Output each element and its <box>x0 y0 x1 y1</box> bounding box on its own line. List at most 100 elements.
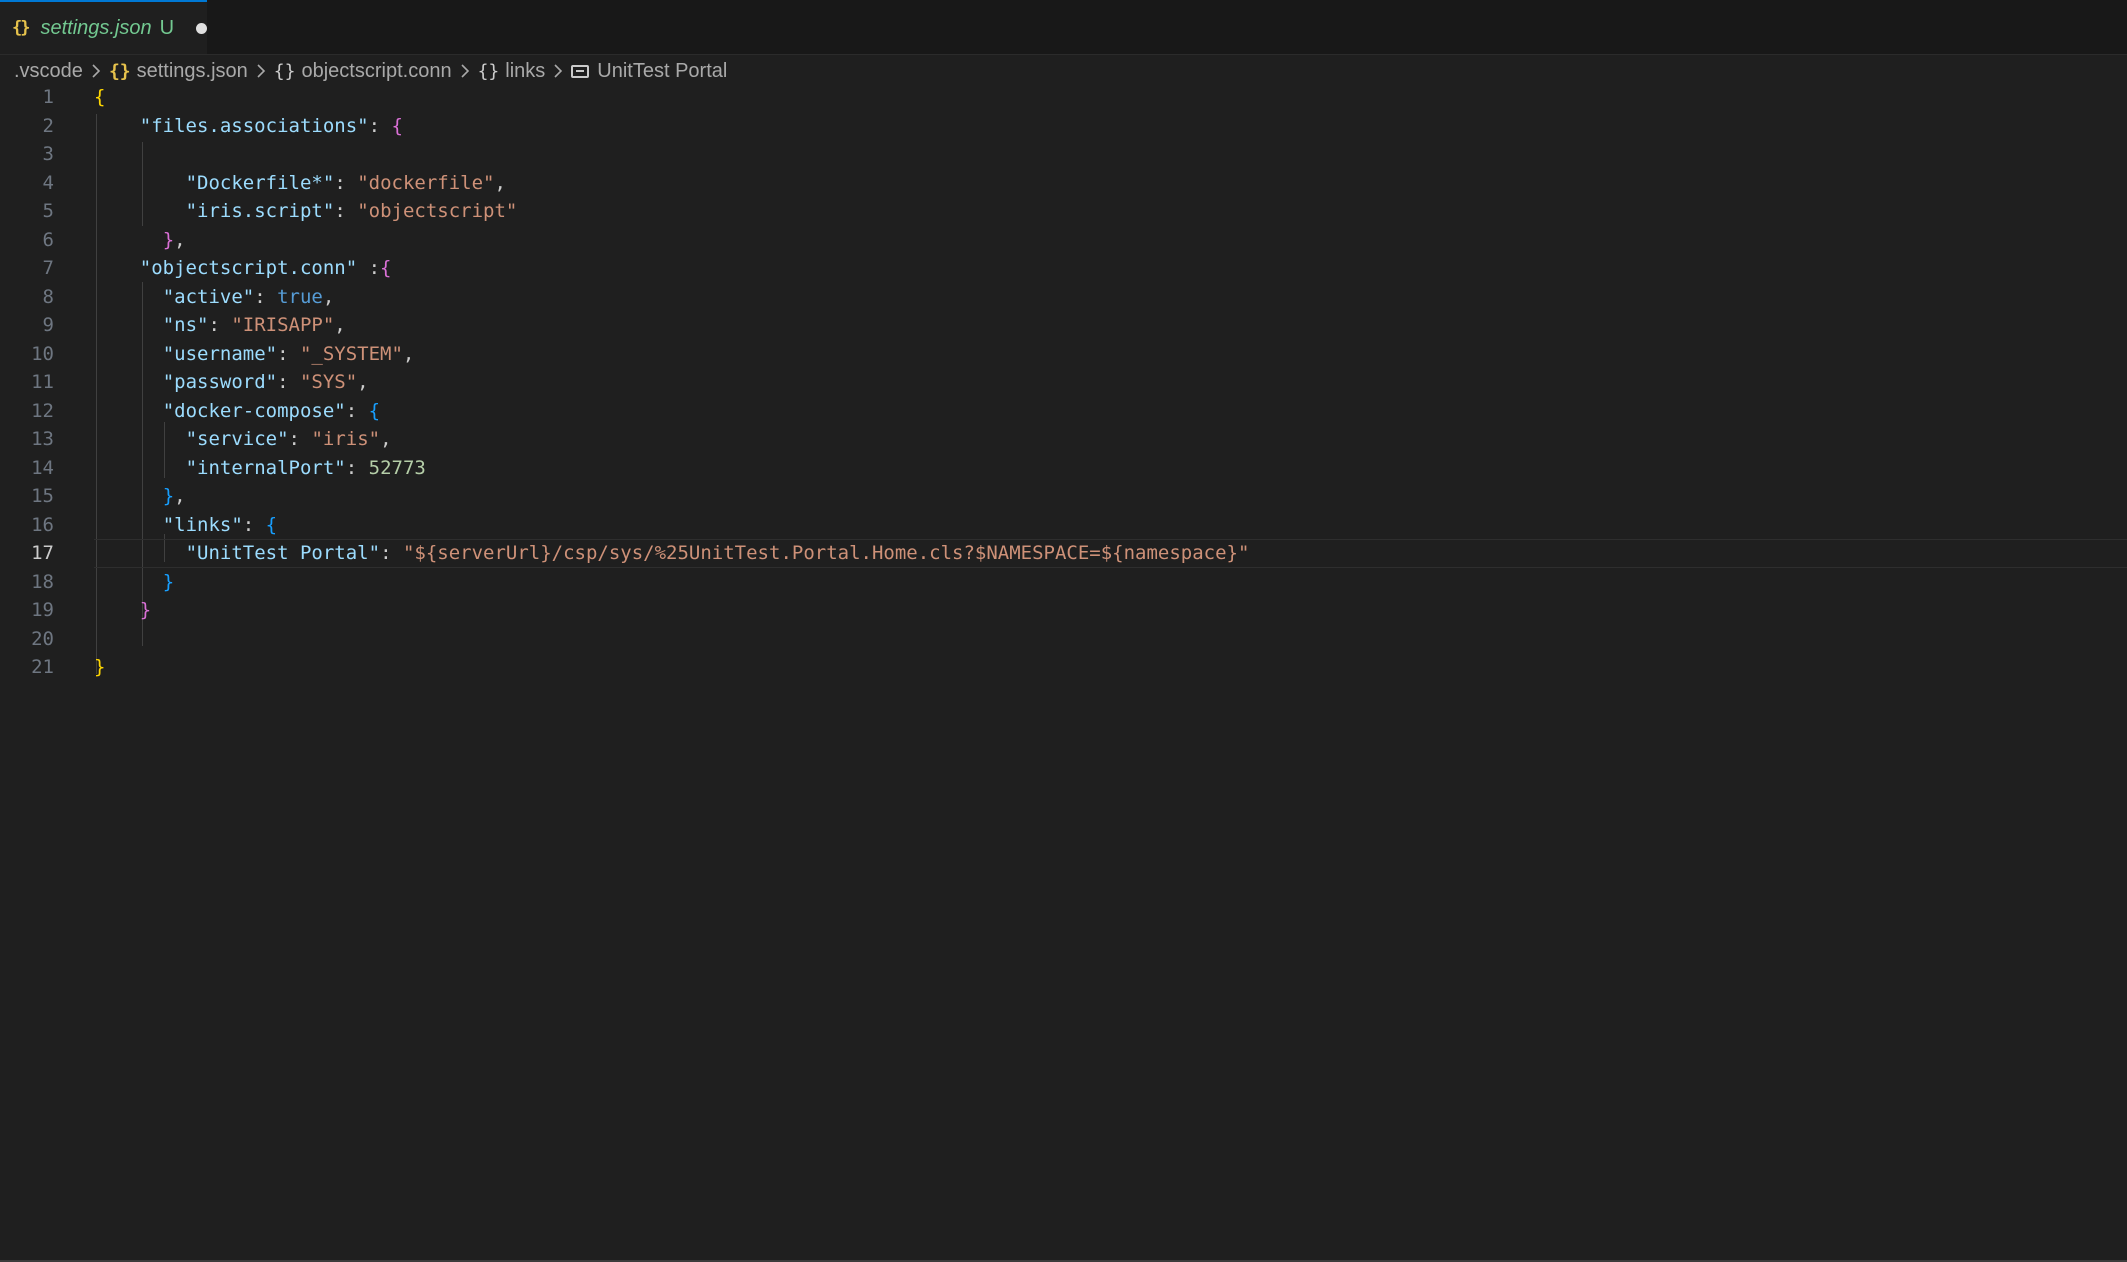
code-text: "iris.script": "objectscript" <box>186 197 518 226</box>
line-number: 13 <box>31 428 54 450</box>
code-text: "links": { <box>163 511 277 540</box>
chevron-right-icon <box>91 63 101 79</box>
code-line[interactable]: 3 <box>0 140 2127 169</box>
code-token: { <box>368 399 381 422</box>
code-text: } <box>163 568 174 597</box>
code-token: "objectscript" <box>357 200 518 222</box>
code-token: "password" <box>162 371 278 393</box>
line-number: 18 <box>31 570 54 593</box>
code-line[interactable]: 11 "password": "SYS", <box>0 368 2127 397</box>
code-line[interactable]: 19} <box>0 596 2127 625</box>
line-number: 5 <box>42 200 54 222</box>
code-line[interactable]: 12 "docker-compose": { <box>0 397 2127 426</box>
code-text: } <box>94 653 105 682</box>
code-token: , <box>334 314 346 336</box>
code-line[interactable]: 10 "username": "_SYSTEM", <box>0 340 2127 369</box>
code-text: }, <box>163 226 186 255</box>
code-token: "links" <box>162 513 243 536</box>
code-text: { <box>94 83 105 112</box>
code-token: "iris" <box>311 428 381 450</box>
code-token: "files.associations" <box>139 114 369 137</box>
code-token: "ns" <box>162 314 209 336</box>
breadcrumb-item-unittest-portal[interactable]: UnitTest Portal <box>571 60 727 83</box>
breadcrumb-item-objectscript-conn[interactable]: {} objectscript.conn <box>274 60 452 83</box>
code-token: "IRISAPP" <box>231 314 335 336</box>
code-token: , <box>322 285 335 308</box>
code-token: "docker-compose" <box>162 399 346 422</box>
code-text: "username": "_SYSTEM", <box>163 340 415 369</box>
line-number: 17 <box>31 542 54 564</box>
json-file-icon: {} <box>12 18 31 38</box>
code-line[interactable]: 21} <box>0 653 2127 682</box>
code-token: } <box>139 599 152 621</box>
code-token: , <box>402 342 415 365</box>
tab-bar: {} settings.json U <box>0 0 2127 55</box>
code-token: "UnitTest Portal" <box>185 542 381 564</box>
code-line[interactable]: 6}, <box>0 226 2127 255</box>
code-text: "ns": "IRISAPP", <box>163 311 346 340</box>
code-line[interactable]: 13 "service": "iris", <box>0 425 2127 454</box>
code-line[interactable]: 7 "objectscript.conn" :{ <box>0 254 2127 283</box>
code-token: 52773 <box>368 456 426 479</box>
code-text: "files.associations": { <box>140 112 403 141</box>
breadcrumb-item-settings-json[interactable]: {} settings.json <box>109 60 248 83</box>
code-text: "password": "SYS", <box>163 368 369 397</box>
code-token: : <box>334 171 358 194</box>
chevron-right-icon <box>256 63 266 79</box>
code-line[interactable]: 16 "links": { <box>0 511 2127 540</box>
line-number: 4 <box>42 171 54 194</box>
code-token: : <box>288 428 312 450</box>
tab-settings-json[interactable]: {} settings.json U <box>0 0 207 54</box>
breadcrumb-item-vscode[interactable]: .vscode <box>14 60 83 83</box>
line-number: 6 <box>42 228 54 251</box>
code-token: "${serverUrl}/csp/sys/%25UnitTest.Portal… <box>402 542 1250 564</box>
code-token: { <box>380 257 392 279</box>
line-number: 8 <box>42 285 54 308</box>
code-token: "dockerfile" <box>357 171 495 194</box>
code-text: "docker-compose": { <box>163 397 380 426</box>
code-token: { <box>265 513 278 536</box>
code-line[interactable]: 15}, <box>0 482 2127 511</box>
code-text: }, <box>163 482 186 511</box>
code-token: "Dockerfile*" <box>185 171 335 194</box>
breadcrumb-item-links[interactable]: {} links <box>478 60 546 83</box>
code-token: } <box>162 228 175 251</box>
code-line[interactable]: 9 "ns": "IRISAPP", <box>0 311 2127 340</box>
line-number: 16 <box>31 513 54 536</box>
code-token: : <box>208 314 232 336</box>
line-number: 7 <box>42 257 54 279</box>
code-line[interactable]: 1{ <box>0 83 2127 112</box>
code-token: : <box>242 513 266 536</box>
line-number: 10 <box>31 342 54 365</box>
code-line[interactable]: 18} <box>0 568 2127 597</box>
code-line[interactable]: 20 <box>0 625 2127 654</box>
code-token: "objectscript.conn" <box>139 257 358 279</box>
code-token: : <box>334 200 358 222</box>
line-number: 9 <box>42 314 54 336</box>
unsaved-dot-icon[interactable] <box>196 22 207 34</box>
code-token: : <box>380 542 403 564</box>
code-token: "active" <box>162 285 255 308</box>
code-line[interactable]: 17 "UnitTest Portal": "${serverUrl}/csp/s… <box>0 539 2127 568</box>
code-token: : <box>254 285 278 308</box>
line-number: 1 <box>42 86 54 108</box>
line-number: 3 <box>42 143 54 165</box>
line-number: 20 <box>31 627 54 650</box>
code-token: } <box>94 656 106 678</box>
code-editor[interactable]: 1{2 "files.associations": {3 4 "Dockerfile*… <box>0 86 2127 1262</box>
code-line[interactable]: 4 "Dockerfile*": "dockerfile", <box>0 169 2127 198</box>
code-line[interactable]: 8 "active": true, <box>0 283 2127 312</box>
line-number: 15 <box>31 485 54 507</box>
code-token: { <box>391 114 403 137</box>
string-icon <box>571 64 590 78</box>
code-token: : <box>357 257 381 279</box>
line-number: 11 <box>31 371 54 393</box>
code-line[interactable]: 14 "internalPort": 52773 <box>0 454 2127 483</box>
code-line[interactable]: 5 "iris.script": "objectscript" <box>0 197 2127 226</box>
line-number: 19 <box>31 599 54 621</box>
code-line[interactable]: 2 "files.associations": { <box>0 112 2127 141</box>
code-text: "internalPort": 52773 <box>186 454 426 483</box>
line-number: 21 <box>31 656 54 678</box>
code-token: } <box>162 570 175 593</box>
chevron-right-icon <box>460 63 470 79</box>
